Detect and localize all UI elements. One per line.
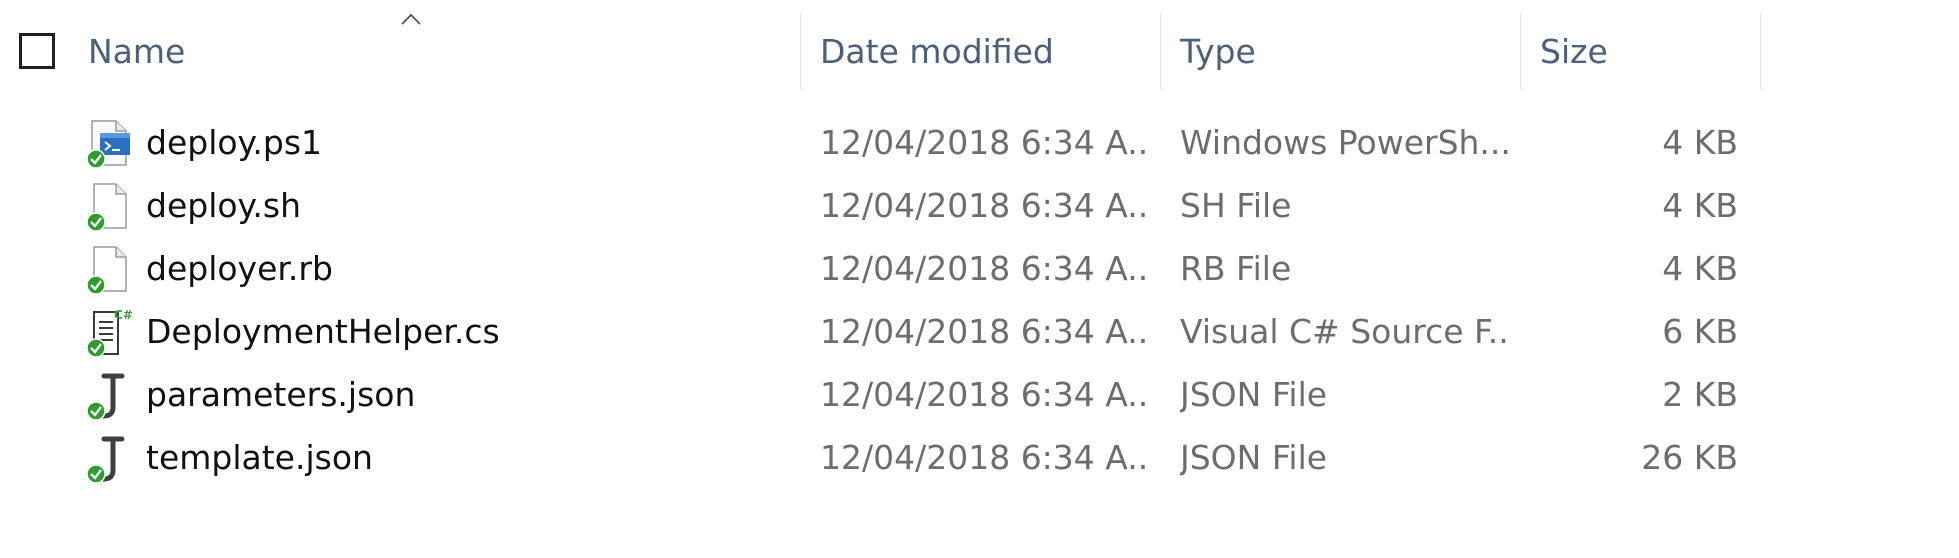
column-header-size[interactable]: Size [1540,0,1608,92]
file-name: parameters.json [146,375,416,414]
synced-check-icon [86,212,106,232]
file-name: deploy.sh [146,186,301,225]
file-size: 4 KB [1662,123,1738,162]
file-type: JSON File [1180,438,1328,477]
file-size: 4 KB [1662,186,1738,225]
generic-file-icon [86,183,127,232]
file-row[interactable]: template.json 12/04/2018 6:34 A... JSON … [0,426,1959,489]
file-date-modified: 12/04/2018 6:34 A... [820,249,1150,288]
column-divider[interactable] [1520,12,1521,90]
generic-file-icon [86,246,127,295]
file-row[interactable]: deploy.sh 12/04/2018 6:34 A... SH File 4… [0,174,1959,237]
synced-check-icon [86,338,106,358]
file-type: Visual C# Source F... [1180,312,1510,351]
file-size: 4 KB [1662,249,1738,288]
column-header-type[interactable]: Type [1180,0,1256,92]
synced-check-icon [86,275,106,295]
select-all-checkbox[interactable] [19,33,55,69]
json-file-icon [86,373,125,421]
column-header-date-modified[interactable]: Date modified [820,0,1054,92]
json-file-icon [86,436,125,484]
file-row[interactable]: deploy.ps1 12/04/2018 6:34 A... Windows … [0,111,1959,174]
file-size: 6 KB [1662,312,1738,351]
file-row[interactable]: deployer.rb 12/04/2018 6:34 A... RB File… [0,237,1959,300]
file-name: deployer.rb [146,249,333,288]
file-row[interactable]: parameters.json 12/04/2018 6:34 A... JSO… [0,363,1959,426]
file-type: RB File [1180,249,1292,288]
file-date-modified: 12/04/2018 6:34 A... [820,312,1150,351]
file-size: 26 KB [1641,438,1738,477]
file-name: deploy.ps1 [146,123,323,162]
column-divider[interactable] [800,12,801,90]
powershell-file-icon [86,120,130,169]
file-type: Windows PowerSh... [1180,123,1510,162]
file-date-modified: 12/04/2018 6:34 A... [820,375,1150,414]
column-header-row: Name Date modified Type Size [0,0,1959,92]
column-divider[interactable] [1760,12,1761,90]
file-date-modified: 12/04/2018 6:34 A... [820,186,1150,225]
synced-check-icon [86,401,106,421]
file-name: template.json [146,438,373,477]
column-divider[interactable] [1160,12,1161,90]
file-date-modified: 12/04/2018 6:34 A... [820,438,1150,477]
file-row[interactable]: C# DeploymentHelper.cs 12/04/2018 6:34 A… [0,300,1959,363]
synced-check-icon [86,464,106,484]
synced-check-icon [86,149,106,169]
csharp-file-icon: C# [86,308,133,358]
file-type: JSON File [1180,375,1328,414]
svg-text:C#: C# [114,308,133,322]
file-name: DeploymentHelper.cs [146,312,500,351]
file-type: SH File [1180,186,1292,225]
file-size: 2 KB [1662,375,1738,414]
file-date-modified: 12/04/2018 6:34 A... [820,123,1150,162]
chevron-up-icon[interactable] [400,12,422,26]
column-header-name[interactable]: Name [88,0,185,92]
